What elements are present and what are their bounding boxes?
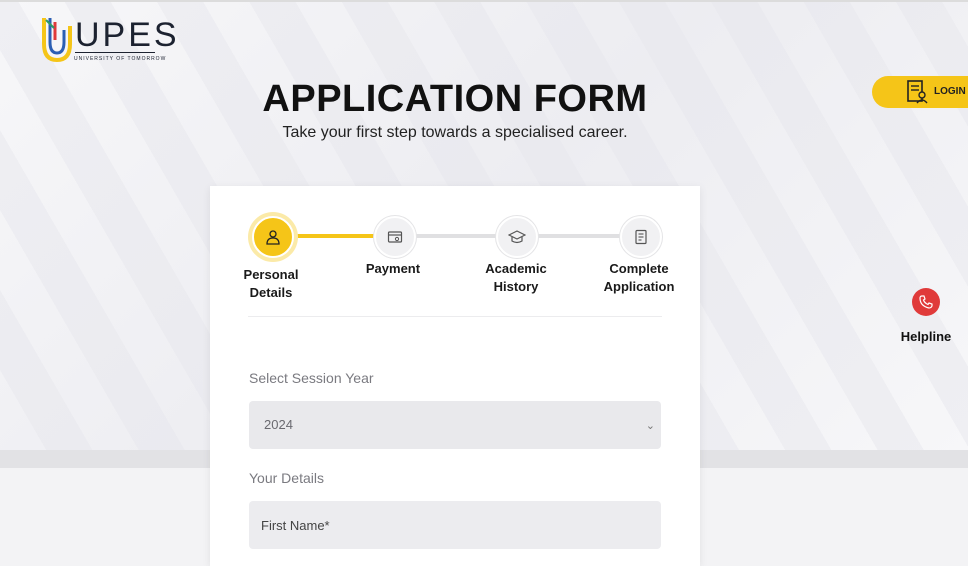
step-label-line1: Complete <box>609 261 669 276</box>
step-label-line1: Payment <box>365 261 421 276</box>
chevron-down-icon: ⌄ <box>645 420 655 432</box>
step-label-line2: History <box>493 279 539 294</box>
step-label-line2: Application <box>603 279 675 294</box>
step-label-payment: Payment <box>338 260 448 278</box>
progress-stepper: Personal Details Payment Academic Histor… <box>210 186 700 316</box>
session-year-label: Select Session Year <box>249 370 374 386</box>
step-label-line1: Academic <box>485 261 547 276</box>
first-name-field[interactable] <box>249 501 661 549</box>
helpline-widget[interactable]: Helpline <box>886 288 966 344</box>
page-subtitle: Take your first step towards a specialis… <box>282 124 628 141</box>
your-details-label: Your Details <box>249 470 324 486</box>
helpline-label: Helpline <box>900 329 952 344</box>
top-border <box>0 0 968 2</box>
logo-underline <box>75 52 155 53</box>
session-year-value: 2024 <box>264 417 293 432</box>
upes-emblem-icon <box>42 18 72 62</box>
logo-wordmark: UPES <box>75 16 180 54</box>
session-year-select[interactable]: 2024 ⌄ <box>249 401 661 449</box>
step-label-line1: Personal <box>243 267 299 282</box>
graduation-cap-icon <box>508 230 526 244</box>
step-label-academic-history: Academic History <box>461 260 571 296</box>
step-academic-history[interactable] <box>496 216 538 258</box>
step-label-personal-details: Personal Details <box>216 266 326 302</box>
checklist-icon <box>635 229 647 245</box>
document-user-icon <box>907 80 928 104</box>
helpline-button[interactable] <box>912 288 940 316</box>
login-button[interactable]: LOGIN <box>872 76 968 108</box>
step-complete-application[interactable] <box>620 216 662 258</box>
logo-tagline: UNIVERSITY OF TOMORROW <box>74 56 167 62</box>
step-personal-details[interactable] <box>252 216 294 258</box>
stepper-divider <box>248 316 662 317</box>
payment-icon <box>387 231 403 243</box>
upes-logo[interactable]: UPES UNIVERSITY OF TOMORROW <box>42 16 177 66</box>
phone-icon <box>919 295 933 309</box>
step-payment[interactable] <box>374 216 416 258</box>
login-label: LOGIN <box>934 86 966 97</box>
application-card: Personal Details Payment Academic Histor… <box>210 186 700 566</box>
step-label-complete-application: Complete Application <box>584 260 694 296</box>
step-label-line2: Details <box>249 285 293 300</box>
page-title: APPLICATION FORM <box>262 78 648 120</box>
user-icon <box>266 230 280 245</box>
